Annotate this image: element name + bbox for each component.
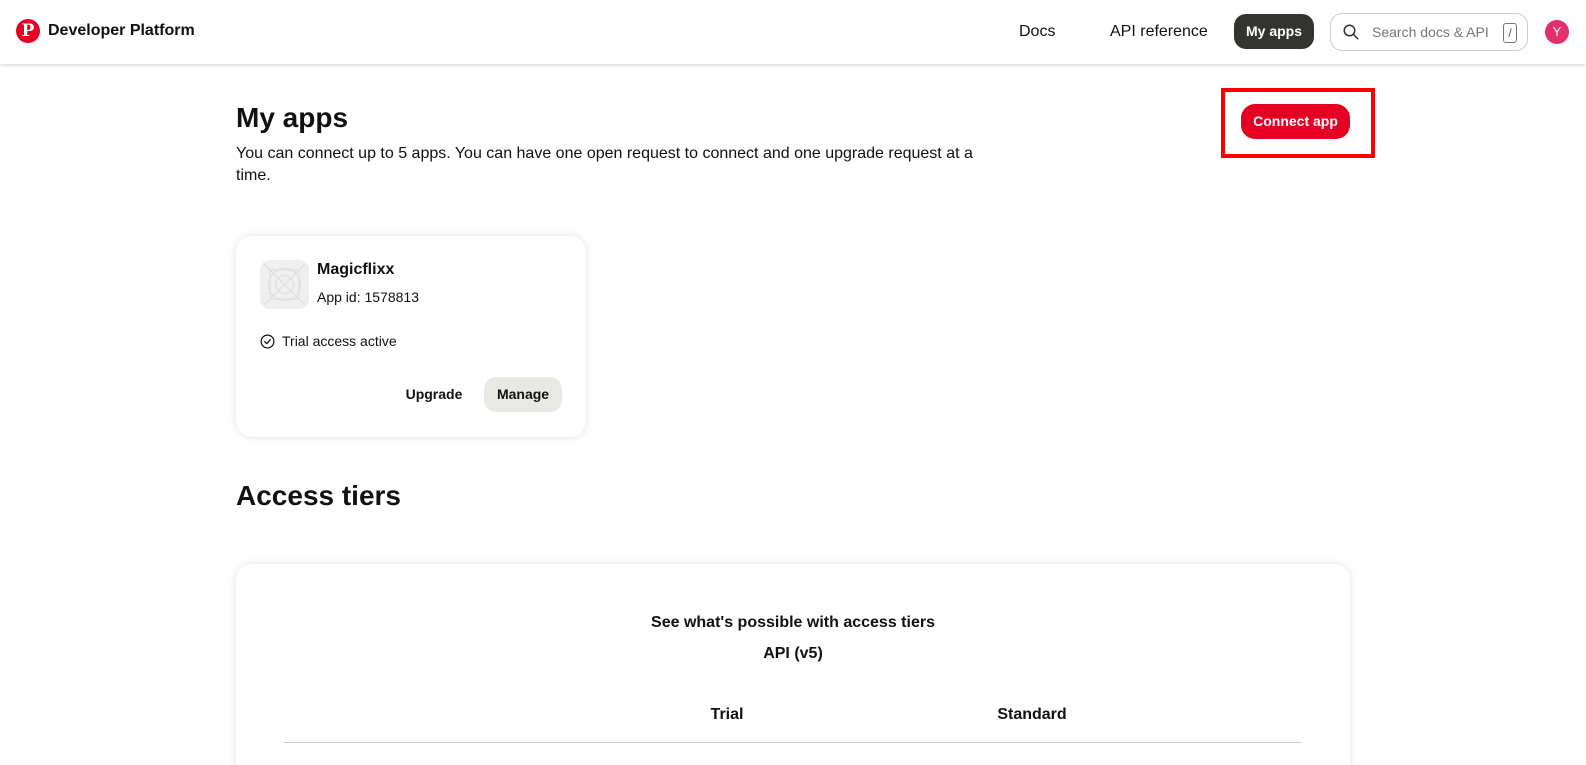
table-divider [284,742,1302,743]
app-card: Magicflixx App id: 1578813 Trial access … [236,236,586,437]
nav-my-apps[interactable]: My apps [1234,14,1314,49]
app-status-label: Trial access active [282,333,397,349]
pinterest-logo-icon: P [16,19,40,43]
tier-column-trial: Trial [710,706,744,723]
search-icon [1343,24,1359,40]
access-tiers-card: See what's possible with access tiers AP… [236,564,1350,765]
app-id: App id: 1578813 [317,289,419,305]
app-placeholder-icon [260,260,309,309]
app-name: Magicflixx [317,261,395,278]
app-status: Trial access active [260,333,397,349]
page-description: You can connect up to 5 apps. You can ha… [236,145,973,184]
page-title: My apps [236,102,349,133]
access-tiers-heading: See what's possible with access tiers [651,614,935,631]
keyboard-shortcut-badge: / [1503,23,1517,43]
brand-name[interactable]: Developer Platform [48,22,195,40]
tier-column-standard: Standard [997,706,1067,723]
nav-api-reference[interactable]: API reference [1110,14,1208,49]
upgrade-button[interactable]: Upgrade [396,377,472,412]
connect-app-button[interactable]: Connect app [1241,104,1350,139]
access-tiers-subheading: API (v5) [763,645,823,662]
search-input[interactable] [1372,24,1504,40]
search-box[interactable]: / [1330,13,1528,51]
access-tiers-title: Access tiers [236,480,402,511]
nav-docs[interactable]: Docs [1019,14,1055,49]
avatar[interactable]: Y [1545,20,1569,44]
brand[interactable]: P Developer Platform [16,19,195,43]
top-navigation-bar: P Developer Platform Docs API reference … [0,0,1586,64]
manage-button[interactable]: Manage [484,377,562,412]
check-circle-icon [260,334,275,348]
